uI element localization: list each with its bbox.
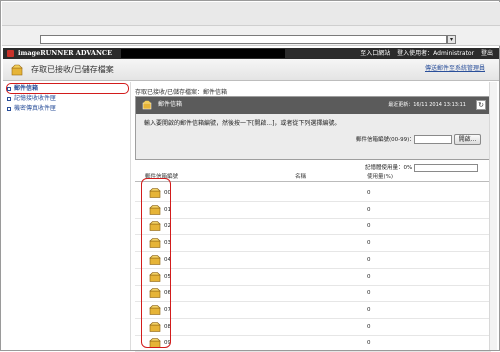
sidebar: 郵件信箱 記憶接收收件匣 機密傳真收件匣 [3, 82, 131, 350]
table-row[interactable]: 04 0 [135, 252, 491, 269]
panel-body: 輸入要開啟的郵件信箱編號，然後按一下[開啟...]，或者從下列選擇編號。 郵件信… [136, 114, 490, 159]
mail-admin-link[interactable]: 傳送郵件至系統管理員 [425, 64, 485, 73]
table-row[interactable]: 03 0 [135, 235, 491, 253]
table-row[interactable]: 09 0 [135, 335, 491, 352]
instruction-text: 輸入要開啟的郵件信箱編號，然後按一下[開啟...]，或者從下列選擇編號。 [144, 120, 341, 127]
panel-header: 郵件信箱 最近更新：16/11 2014 13:13:11 ↻ [136, 97, 490, 114]
panel-title: 郵件信箱 [158, 101, 183, 108]
browser-toolbar [2, 2, 500, 26]
logout-link[interactable]: 登出 [481, 50, 493, 57]
folder-box-icon [11, 64, 23, 76]
main-content: 存取已接收/已儲存檔案：郵件信箱 郵件信箱 最近更新：16/11 2014 13… [133, 82, 499, 352]
mailbox-number-label: 郵件信箱編號(00-99)： [356, 137, 415, 143]
header-links: 至入口網站 登入使用者：Administrator 登出 [355, 49, 493, 58]
table-row[interactable]: 07 0 [135, 302, 491, 319]
sidebar-item-confidential-fax-inbox[interactable]: 機密傳真收件匣 [7, 105, 56, 113]
mailbox-usage: 0 [367, 223, 371, 230]
redacted-bar [121, 49, 285, 58]
mailbox-usage: 0 [367, 340, 371, 347]
page-header: 存取已接收/已儲存檔案 傳送郵件至系統管理員 [3, 59, 499, 81]
mailbox-usage: 0 [367, 256, 371, 263]
col-name: 名稱 [295, 174, 307, 180]
mailbox-usage: 0 [367, 306, 371, 313]
table-row[interactable]: 00 0 [135, 185, 491, 202]
table-row[interactable]: 06 0 [135, 285, 491, 303]
open-button[interactable]: 開啟... [454, 134, 481, 145]
refresh-icon[interactable]: ↻ [476, 100, 486, 110]
table-row[interactable]: 08 0 [135, 319, 491, 336]
rows-highlight [141, 178, 171, 348]
mailbox-usage: 0 [367, 323, 371, 330]
canon-logo-icon [7, 50, 14, 57]
mailbox-usage: 0 [367, 190, 371, 196]
browser-window: ▾ imageRUNNER ADVANCE 至入口網站 登入使用者：Admini… [0, 0, 500, 352]
bullet-icon [7, 96, 11, 101]
last-updated: 最近更新：16/11 2014 13:13:11 [388, 102, 466, 108]
mailbox-usage: 0 [367, 206, 371, 213]
bullet-icon [7, 86, 11, 91]
table-row[interactable]: 02 0 [135, 218, 491, 236]
mailbox-usage: 0 [367, 290, 371, 297]
sidebar-item-label: 郵件信箱 [14, 85, 39, 92]
memory-usage-label: 記憶體使用量：0% [365, 165, 413, 171]
login-user-label: 登入使用者：Administrator [397, 50, 475, 57]
sidebar-item-memory-rx-inbox[interactable]: 記憶接收收件匣 [7, 95, 56, 103]
table-row[interactable]: 05 0 [135, 269, 491, 286]
sidebar-item-mailbox[interactable]: 郵件信箱 [7, 85, 38, 93]
mailbox-number-input[interactable] [414, 135, 452, 144]
bullet-icon [7, 106, 11, 111]
scrollbar[interactable] [489, 82, 497, 350]
memory-usage-field [414, 164, 478, 172]
sidebar-item-label: 機密傳真收件匣 [14, 105, 57, 112]
table-header: 郵件信箱編號 名稱 使用量(%) [135, 173, 491, 182]
portal-link[interactable]: 至入口網站 [360, 50, 390, 57]
app-header-bar: imageRUNNER ADVANCE 至入口網站 登入使用者：Administ… [3, 48, 499, 59]
mailbox-usage: 0 [367, 273, 371, 280]
page-title: 存取已接收/已儲存檔案 [31, 65, 114, 74]
address-bar-input[interactable] [40, 35, 447, 44]
col-usage: 使用量(%) [367, 174, 394, 180]
mailbox-icon [142, 100, 152, 110]
table-row[interactable]: 01 0 [135, 202, 491, 219]
mailbox-panel: 郵件信箱 最近更新：16/11 2014 13:13:11 ↻ 輸入要開啟的郵件… [135, 96, 491, 160]
chevron-down-icon[interactable]: ▾ [447, 35, 456, 44]
breadcrumb: 存取已接收/已儲存檔案：郵件信箱 [135, 89, 228, 96]
sidebar-item-label: 記憶接收收件匣 [14, 95, 57, 102]
app-name: imageRUNNER ADVANCE [18, 49, 113, 57]
mailbox-usage: 0 [367, 240, 371, 247]
